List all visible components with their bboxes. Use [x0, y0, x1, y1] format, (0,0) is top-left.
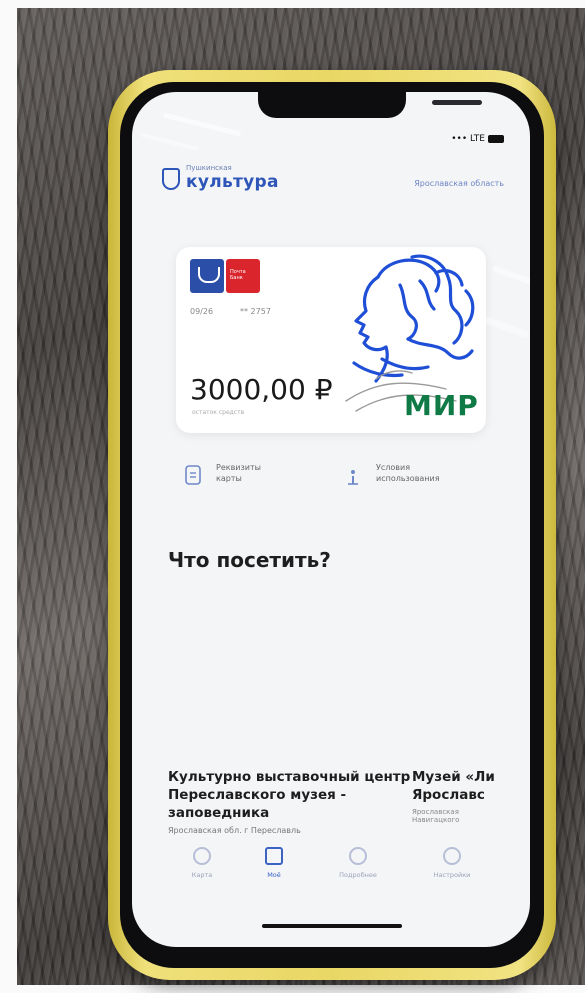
- image-border-top: [0, 0, 585, 8]
- balance-caption: остаток средств: [192, 409, 245, 416]
- place-card[interactable]: Культурно выставочный центр Переславског…: [168, 768, 428, 835]
- section-title: Что посетить?: [168, 548, 331, 572]
- balance-amount: 3000,00 ₽: [190, 373, 333, 406]
- home-indicator[interactable]: [262, 924, 402, 928]
- shield-icon: [162, 168, 180, 190]
- place-title: Музей «Ли Ярославс: [412, 769, 495, 803]
- pochta-bank-logo-icon: Почта Банк: [226, 259, 260, 293]
- card-icon: [265, 847, 283, 865]
- place-address: Ярославская Навигацкого: [412, 808, 460, 824]
- bank-logo-text: Почта Банк: [230, 269, 246, 281]
- screen-glare: [162, 112, 242, 137]
- terms-of-use-label: Условия использования: [376, 463, 440, 483]
- place-address: Ярославская обл. г Переславль: [168, 826, 301, 835]
- speaker: [432, 100, 482, 105]
- phone-notch: [258, 92, 482, 118]
- battery-icon: [488, 134, 504, 143]
- tab-my[interactable]: Моё: [244, 847, 304, 879]
- info-circle-icon: [349, 847, 367, 865]
- card-details-label: Реквизиты карты: [216, 463, 261, 483]
- bottom-tab-bar: Карта Моё Подробнее Настройки: [132, 847, 530, 907]
- info-icon: [348, 470, 358, 485]
- brand-small-text: Пушкинская: [186, 164, 232, 172]
- tab-label: Моё: [267, 871, 281, 879]
- image-border-bottom: [0, 985, 585, 993]
- status-bar: ••• LTE: [451, 134, 504, 144]
- region-selector[interactable]: Ярославская область: [414, 179, 504, 188]
- phone-screen: ••• LTE Пушкинская культура Ярославская …: [132, 92, 530, 947]
- place-title: Культурно выставочный центр Переславског…: [168, 769, 411, 821]
- tab-label: Подробнее: [339, 871, 377, 879]
- screen-glare: [140, 132, 200, 152]
- tab-map[interactable]: Карта: [172, 847, 232, 879]
- screen-glare: [484, 316, 530, 339]
- mir-logo: МИР: [404, 389, 479, 422]
- document-icon: [185, 465, 201, 485]
- map-pin-icon: [193, 847, 211, 865]
- tab-settings[interactable]: Настройки: [422, 847, 482, 879]
- place-card[interactable]: Музей «Ли Ярославс Ярославская Навигацко…: [412, 768, 530, 824]
- tab-label: Карта: [191, 871, 213, 879]
- screen-glare: [492, 265, 530, 285]
- card-number: ** 2757: [240, 307, 271, 316]
- tab-label: Настройки: [433, 871, 471, 879]
- card-expiry: 09/26: [190, 307, 214, 316]
- brand-name: культура: [186, 172, 279, 192]
- tab-more[interactable]: Подробнее: [328, 847, 388, 879]
- russian-post-logo-icon: [190, 259, 224, 293]
- culture-card[interactable]: Почта Банк 09/26 ** 2757 3000,00 ₽ остат…: [176, 247, 486, 433]
- gear-icon: [443, 847, 461, 865]
- image-border-left: [0, 0, 17, 993]
- signal-indicator: ••• LTE: [451, 134, 485, 144]
